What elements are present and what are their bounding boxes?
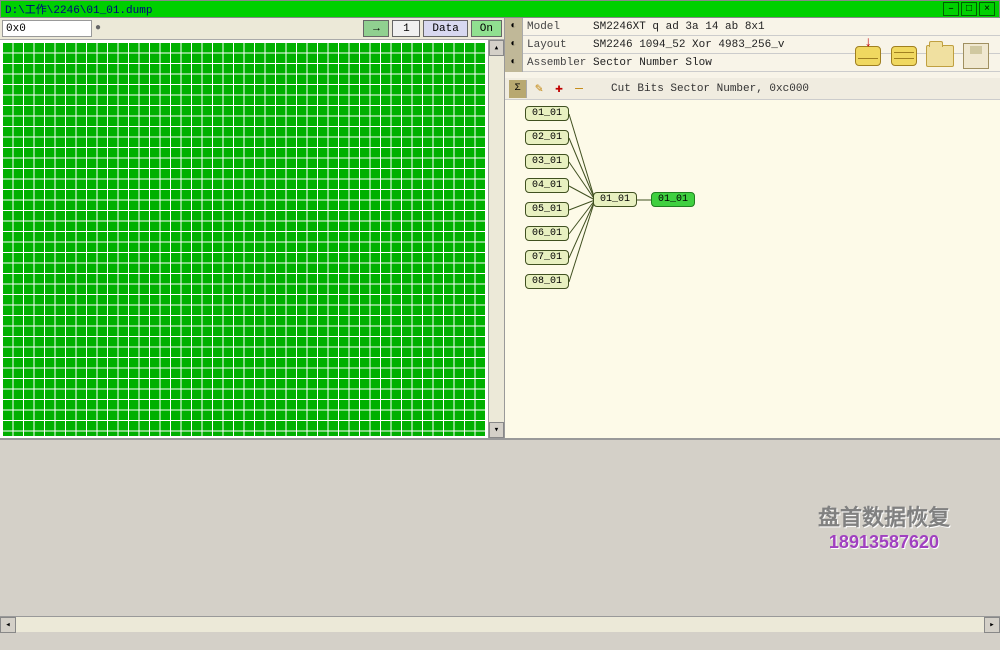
left-panel: ● → 1 Data On ▴ ▾ bbox=[0, 18, 505, 438]
data-button[interactable]: Data bbox=[423, 20, 467, 37]
titlebar: D:\工作\2246\01_01.dump – □ × bbox=[0, 0, 1000, 18]
folder-icon[interactable] bbox=[924, 40, 956, 72]
plus-icon[interactable]: ✚ bbox=[551, 81, 567, 97]
watermark: 盘首数据恢复 18913587620 bbox=[818, 500, 950, 553]
wand-icon[interactable]: ✎ bbox=[531, 81, 547, 97]
main-area: ● → 1 Data On ▴ ▾ ◐ Model SM2246XT q ad … bbox=[0, 18, 1000, 438]
action-text: Cut Bits Sector Number, 0xc000 bbox=[611, 83, 809, 95]
scroll-track[interactable] bbox=[489, 56, 504, 422]
watermark-text: 盘首数据恢复 bbox=[818, 500, 950, 532]
layout-label: Layout bbox=[523, 39, 593, 51]
close-button[interactable]: × bbox=[979, 2, 995, 16]
left-toolbar: ● → 1 Data On bbox=[0, 18, 504, 40]
tree-node[interactable]: 02_01 bbox=[525, 130, 569, 145]
model-icon[interactable]: ◐ bbox=[505, 18, 523, 36]
tree-node[interactable]: 04_01 bbox=[525, 178, 569, 193]
tree-edges bbox=[505, 100, 985, 400]
on-button[interactable]: On bbox=[471, 20, 502, 37]
address-input[interactable] bbox=[2, 20, 92, 37]
horizontal-scrollbar[interactable]: ◂ ▸ bbox=[0, 616, 1000, 632]
minus-icon[interactable]: — bbox=[571, 81, 587, 97]
tree-node[interactable]: 08_01 bbox=[525, 274, 569, 289]
pin-icon[interactable]: ● bbox=[95, 23, 101, 34]
tree-node[interactable]: 01_01 bbox=[525, 106, 569, 121]
hscroll-track[interactable] bbox=[16, 617, 984, 632]
page-button[interactable]: 1 bbox=[392, 20, 420, 37]
grid-cells bbox=[2, 42, 486, 436]
sector-grid[interactable] bbox=[0, 40, 488, 438]
assembler-label: Assembler bbox=[523, 57, 593, 69]
goto-button[interactable]: → bbox=[363, 20, 389, 37]
bottom-panel: 盘首数据恢复 18913587620 ◂ ▸ bbox=[0, 438, 1000, 632]
scroll-up-button[interactable]: ▴ bbox=[489, 40, 504, 56]
minimize-button[interactable]: – bbox=[943, 2, 959, 16]
watermark-phone: 18913587620 bbox=[818, 532, 950, 553]
tree-node[interactable]: 06_01 bbox=[525, 226, 569, 241]
maximize-button[interactable]: □ bbox=[961, 2, 977, 16]
tree-end-node[interactable]: 01_01 bbox=[651, 192, 695, 207]
right-panel: ◐ Model SM2246XT q ad 3a 14 ab 8x1 ◐ Lay… bbox=[505, 18, 1000, 438]
tree-node[interactable]: 03_01 bbox=[525, 154, 569, 169]
action-toolbar: Σ ✎ ✚ — Cut Bits Sector Number, 0xc000 bbox=[505, 78, 1000, 100]
disk-download-icon[interactable] bbox=[852, 40, 884, 72]
save-icon[interactable] bbox=[960, 40, 992, 72]
model-row: ◐ Model SM2246XT q ad 3a 14 ab 8x1 bbox=[505, 18, 1000, 36]
scroll-right-button[interactable]: ▸ bbox=[984, 617, 1000, 633]
model-value: SM2246XT q ad 3a 14 ab 8x1 bbox=[593, 21, 1000, 33]
disk-icon[interactable] bbox=[888, 40, 920, 72]
tree-area[interactable]: 01_01 02_01 03_01 04_01 05_01 06_01 07_0… bbox=[505, 100, 1000, 438]
vertical-scrollbar[interactable]: ▴ ▾ bbox=[488, 40, 504, 438]
tree-node[interactable]: 07_01 bbox=[525, 250, 569, 265]
tree-mid-node[interactable]: 01_01 bbox=[593, 192, 637, 207]
sigma-icon[interactable]: Σ bbox=[509, 80, 527, 98]
scroll-left-button[interactable]: ◂ bbox=[0, 617, 16, 633]
layout-icon[interactable]: ◐ bbox=[505, 36, 523, 54]
scroll-down-button[interactable]: ▾ bbox=[489, 422, 504, 438]
icon-toolbar bbox=[852, 40, 992, 72]
grid-wrap: ▴ ▾ bbox=[0, 40, 504, 438]
window-title: D:\工作\2246\01_01.dump bbox=[5, 1, 941, 17]
tree-node[interactable]: 05_01 bbox=[525, 202, 569, 217]
assembler-icon[interactable]: ◐ bbox=[505, 54, 523, 72]
model-label: Model bbox=[523, 21, 593, 33]
